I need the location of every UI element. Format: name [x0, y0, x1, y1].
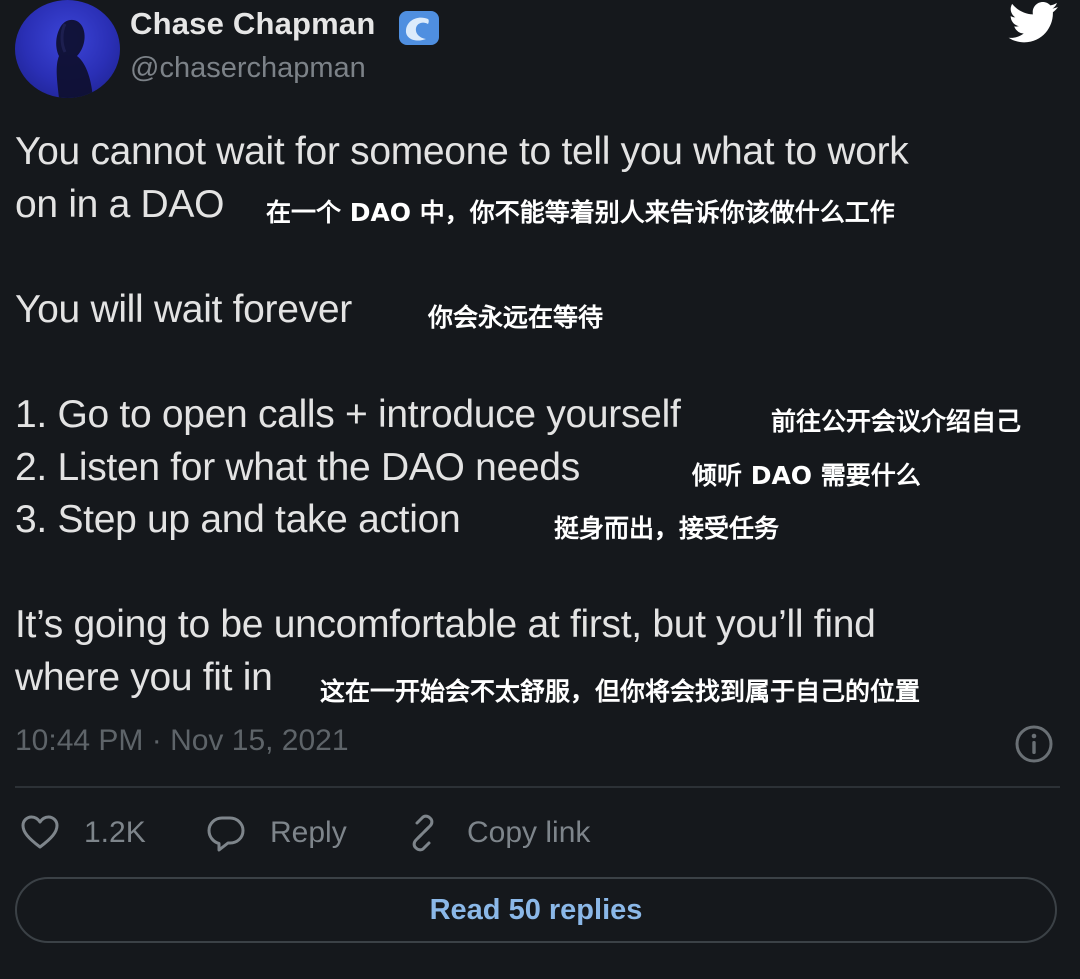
wave-icon [399, 11, 439, 45]
tweet-step-2: 2. Listen for what the DAO needs [15, 446, 580, 489]
reply-button[interactable]: Reply [206, 810, 347, 856]
author-display-name[interactable]: Chase Chapman [130, 6, 376, 42]
tweet-line-8: where you fit in [15, 656, 273, 699]
translation-step-2: 倾听 DAO 需要什么 [692, 461, 921, 490]
translation-step-3: 挺身而出，接受任务 [554, 514, 780, 543]
divider [15, 786, 1060, 788]
translation-step-1: 前往公开会议介绍自己 [771, 407, 1022, 436]
twitter-bird-icon[interactable] [1008, 2, 1060, 44]
heart-icon [21, 815, 59, 849]
like-button[interactable]: 1.2K [20, 810, 146, 856]
like-count: 1.2K [84, 816, 146, 849]
reply-label: Reply [270, 816, 347, 849]
translation-line-2: 在一个 DAO 中，你不能等着别人来告诉你该做什么工作 [266, 198, 895, 227]
copy-link-label: Copy link [467, 816, 591, 849]
avatar-silhouette [56, 19, 93, 98]
read-replies-label: Read 50 replies [429, 893, 643, 926]
author-handle[interactable]: @chaserchapman [130, 52, 366, 85]
tweet-step-3: 3. Step up and take action [15, 498, 461, 541]
tweet-line-2: on in a DAO [15, 183, 225, 226]
reply-bubble-icon [207, 816, 245, 852]
tweet-line-7: It’s going to be uncomfortable at first,… [15, 603, 876, 646]
link-icon [412, 814, 434, 852]
tweet-line-1: You cannot wait for someone to tell you … [15, 130, 909, 173]
tweet-step-1: 1. Go to open calls + introduce yourself [15, 393, 681, 436]
copy-link-button[interactable]: Copy link [403, 810, 590, 856]
tweet-line-3: You will wait forever [15, 288, 352, 331]
translation-line-8: 这在一开始会不太舒服，但你将会找到属于自己的位置 [320, 677, 921, 706]
info-icon[interactable] [1014, 724, 1054, 764]
tweet-timestamp[interactable]: 10:44 PM · Nov 15, 2021 [15, 724, 349, 758]
avatar[interactable] [15, 0, 120, 98]
read-replies-button[interactable]: Read 50 replies [15, 877, 1057, 943]
translation-line-3: 你会永远在等待 [428, 303, 604, 332]
